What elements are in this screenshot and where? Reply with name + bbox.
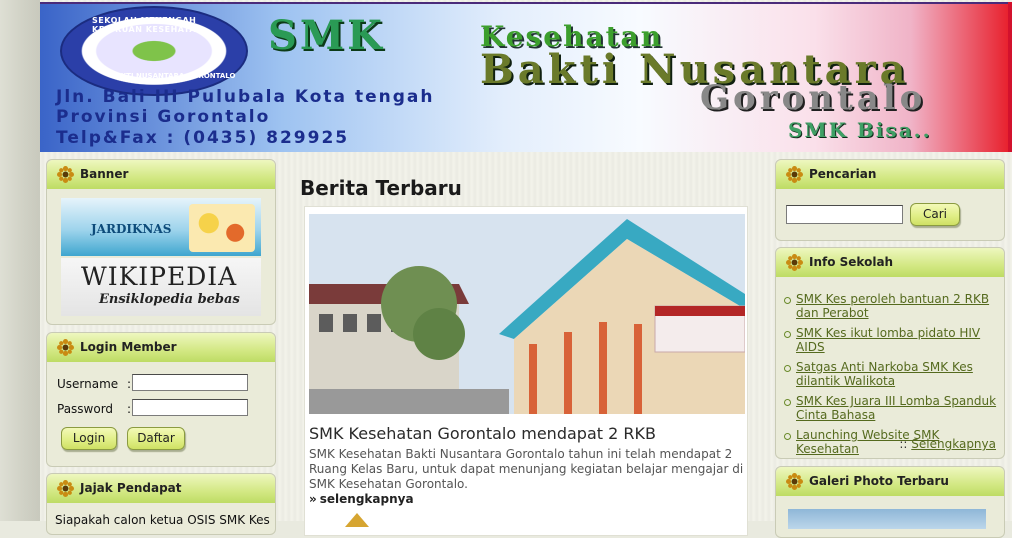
read-more-label: selengkapnya [319, 492, 414, 506]
info-link[interactable]: SMK Kes peroleh bantuan 2 RKB dan Perabo… [796, 292, 989, 320]
list-item: Satgas Anti Narkoba SMK Kes dilantik Wal… [784, 360, 998, 388]
gallery-box: Galeri Photo Terbaru [775, 466, 1005, 538]
info-more-row: :: Selengkapnya [899, 437, 996, 451]
poll-box: Jajak Pendapat Siapakah calon ketua OSIS… [46, 473, 276, 535]
school-logo-seal: SEKOLAH MENENGAH KEJURUAN KESEHATAN BAKT… [60, 6, 248, 96]
wikipedia-subtitle: Ensiklopedia bebas [99, 292, 240, 307]
banner-box-header: Banner [47, 160, 275, 189]
poll-question: Siapakah calon ketua OSIS SMK Kes [55, 513, 270, 527]
password-field[interactable] [132, 399, 248, 416]
search-box-header: Pencarian [776, 160, 1004, 189]
gallery-thumbnail[interactable] [788, 509, 986, 529]
jardiknas-text: JARDIKNAS [91, 222, 172, 236]
username-label: Username [57, 377, 119, 391]
read-more-link[interactable]: » selengkapnya [309, 492, 414, 506]
seal-text-top: SEKOLAH MENENGAH KEJURUAN KESEHATAN [92, 16, 204, 34]
flower-icon [786, 473, 803, 490]
password-label: Password [57, 402, 114, 416]
banner-phone-line: Telp&Fax : (0435) 829925 [56, 128, 350, 148]
password-colon: : [127, 402, 132, 416]
school-info-box: Info Sekolah SMK Kes peroleh bantuan 2 R… [775, 247, 1005, 459]
banner-top-line [40, 2, 1008, 4]
gallery-box-header: Galeri Photo Terbaru [776, 467, 1004, 496]
search-box-title: Pencarian [809, 167, 877, 181]
news-excerpt: SMK Kesehatan Bakti Nusantara Gorontalo … [309, 447, 744, 491]
poll-box-header: Jajak Pendapat [47, 474, 275, 503]
flower-icon [786, 254, 803, 271]
banner-title-smk: SMK [268, 12, 385, 59]
double-chevron-icon: » [309, 492, 317, 506]
info-more-prefix: :: [899, 437, 908, 451]
login-button[interactable]: Login [61, 427, 117, 450]
info-link[interactable]: SMK Kes Juara III Lomba Spanduk Cinta Ba… [796, 394, 996, 422]
flower-icon [786, 166, 803, 183]
school-building-photo [309, 214, 745, 414]
next-article-thumb-icon [345, 513, 369, 527]
flower-icon [57, 339, 74, 356]
header-banner: SEKOLAH MENENGAH KEJURUAN KESEHATAN BAKT… [40, 2, 1012, 152]
gallery-box-title: Galeri Photo Terbaru [809, 474, 949, 488]
login-box: Login Member Username : Password : Login… [46, 332, 276, 467]
list-item: SMK Kes Juara III Lomba Spanduk Cinta Ba… [784, 394, 998, 422]
seal-text-bottom: BAKTI NUSANTARA GORONTALO [110, 72, 236, 80]
school-info-title: Info Sekolah [809, 255, 894, 269]
section-title-latest-news: Berita Terbaru [300, 176, 462, 200]
news-card: SMK Kesehatan Gorontalo mendapat 2 RKB S… [304, 206, 748, 536]
banner-title-gorontalo: Gorontalo [700, 78, 927, 118]
login-box-header: Login Member [47, 333, 275, 362]
search-input[interactable] [786, 205, 903, 224]
wikipedia-banner-link[interactable]: WIKIPEDIA Ensiklopedia bebas [61, 258, 261, 316]
info-link[interactable]: Satgas Anti Narkoba SMK Kes dilantik Wal… [796, 360, 973, 388]
username-colon: : [127, 377, 132, 391]
username-field[interactable] [132, 374, 248, 391]
banner-box: Banner JARDIKNAS WIKIPEDIA Ensiklopedia … [46, 159, 276, 325]
news-headline-link[interactable]: SMK Kesehatan Gorontalo mendapat 2 RKB [309, 424, 656, 443]
banner-slogan: SMK Bisa.. [788, 118, 932, 142]
list-item: SMK Kes peroleh bantuan 2 RKB dan Perabo… [784, 292, 998, 320]
news-photo[interactable] [309, 214, 745, 414]
banner-address-line2: Provinsi Gorontalo [56, 107, 271, 127]
banner-address-line1: Jln. Bali III Pulubala Kota tengah [56, 87, 435, 107]
register-button[interactable]: Daftar [127, 427, 185, 450]
jardiknas-illustration [189, 204, 255, 252]
banner-box-title: Banner [80, 167, 129, 181]
poll-box-title: Jajak Pendapat [80, 481, 182, 495]
list-item: SMK Kes ikut lomba pidato HIV AIDS [784, 326, 998, 354]
info-more-link[interactable]: Selengkapnya [911, 437, 996, 451]
flower-icon [57, 166, 74, 183]
login-box-title: Login Member [80, 340, 177, 354]
search-box: Pencarian Cari [775, 159, 1005, 241]
info-link[interactable]: SMK Kes ikut lomba pidato HIV AIDS [796, 326, 980, 354]
left-background-strip [0, 0, 40, 521]
jardiknas-banner-link[interactable]: JARDIKNAS [61, 198, 261, 256]
wikipedia-text: WIKIPEDIA [81, 262, 238, 291]
flower-icon [57, 480, 74, 497]
search-button[interactable]: Cari [910, 203, 960, 226]
school-info-header: Info Sekolah [776, 248, 1004, 277]
